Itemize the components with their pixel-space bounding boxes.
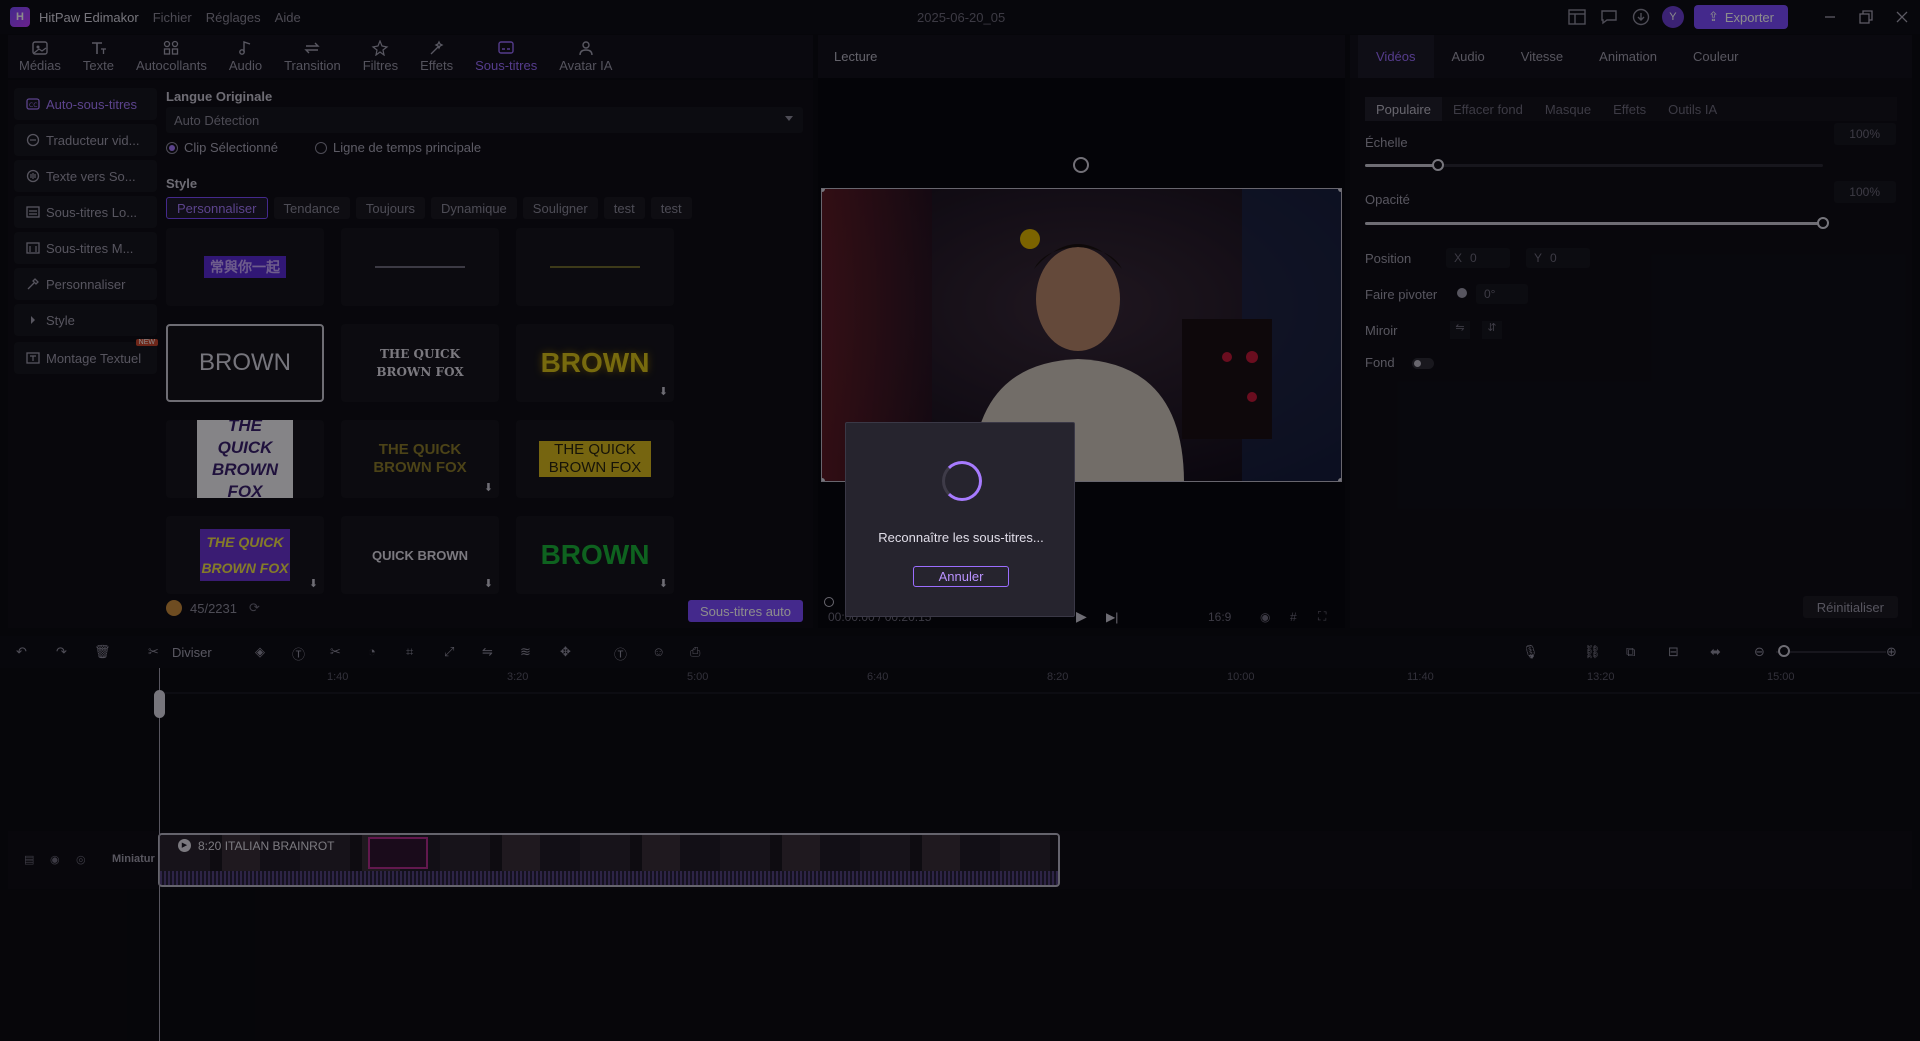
loading-spinner-icon bbox=[942, 461, 982, 501]
recognizing-dialog: Reconnaître les sous-titres... Annuler bbox=[845, 422, 1075, 617]
cancel-button[interactable]: Annuler bbox=[913, 566, 1009, 587]
app-window: H HitPaw Edimakor Fichier Réglages Aide … bbox=[0, 0, 1920, 1041]
dialog-message: Reconnaître les sous-titres... bbox=[878, 530, 1044, 545]
